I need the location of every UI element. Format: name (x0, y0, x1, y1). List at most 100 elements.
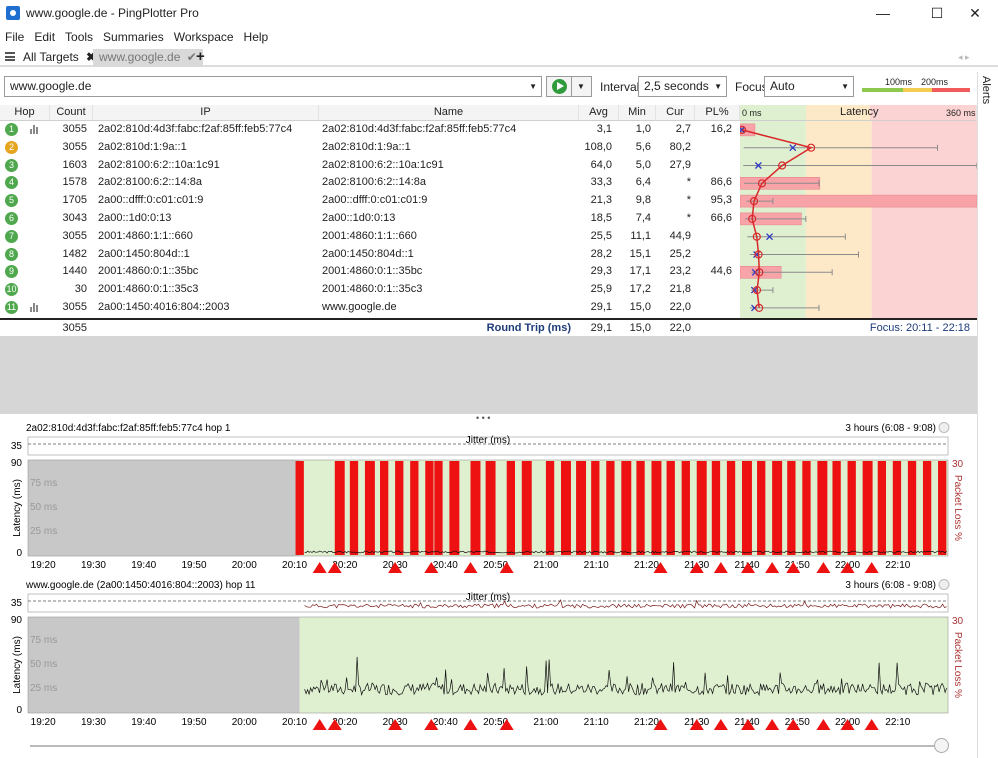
packet-loss-bar (380, 461, 389, 555)
packet-loss-bar (591, 461, 600, 555)
bar-chart-icon[interactable] (30, 303, 40, 312)
loss-event-marker (816, 719, 831, 730)
hop-number: 10 (5, 283, 18, 297)
tab-target-label: www.google.de (99, 50, 181, 64)
legend-100ms: 100ms (885, 77, 913, 87)
loss-event-marker (816, 562, 831, 573)
hop-ip: 2a02:810d:1:9a::1 (98, 140, 187, 153)
hop-number: 5 (5, 194, 18, 208)
x-tick-label: 19:40 (131, 717, 156, 728)
latency-zero-label: 0 ms (742, 108, 762, 118)
y-max-label: 90 (11, 615, 23, 626)
target-input[interactable]: www.google.de ▼ (4, 76, 542, 97)
y-max-label: 90 (11, 458, 23, 469)
hop-ip: 2a00:1450:804d::1 (98, 247, 190, 260)
timeline-charts: 2a02:810d:4d3f:fabc:f2af:85ff:feb5:77c4 … (11, 422, 964, 730)
minimize-button[interactable]: — (860, 0, 906, 28)
col-avg[interactable]: Avg (579, 105, 619, 121)
hop-ip: 2a02:8100:6:2::14:8a (98, 176, 202, 189)
hop-number: 8 (5, 247, 18, 261)
menu-help[interactable]: Help (239, 28, 274, 44)
hop-avg: 18,5 (590, 212, 612, 224)
col-min[interactable]: Min (619, 105, 656, 121)
loss-event-marker (312, 562, 327, 573)
x-tick-label: 19:20 (31, 717, 56, 728)
y-axis-label: Latency (ms) (12, 636, 23, 694)
start-trace-button[interactable]: ▼ (546, 76, 592, 97)
alerts-tab[interactable]: Alerts (980, 76, 992, 104)
hop-name: 2a02:8100:6:2::10a:1c91 (322, 158, 444, 171)
y-zero-label: 0 (16, 548, 22, 559)
close-button[interactable]: ✕ (952, 0, 998, 28)
menu-summaries[interactable]: Summaries (98, 28, 169, 44)
hop-cur: 44,9 (669, 229, 691, 242)
y-tick-label: 25 ms (30, 526, 57, 537)
chart-title: 2a02:810d:4d3f:fabc:f2af:85ff:feb5:77c4 … (26, 423, 231, 434)
summary-label: Round Trip (ms) (486, 322, 571, 334)
summary-count: 3055 (62, 322, 87, 334)
col-hop[interactable]: Hop (0, 105, 50, 121)
hop-min: 15,1 (629, 247, 651, 260)
x-tick-label: 19:50 (181, 560, 206, 571)
x-tick-label: 20:40 (433, 560, 458, 571)
jitter-label: Jitter (ms) (466, 435, 510, 446)
packet-loss-bar (847, 461, 856, 555)
packet-loss-bar (364, 461, 375, 555)
interval-select[interactable]: 2,5 seconds ▼ (638, 76, 727, 97)
x-tick-label: 21:10 (584, 560, 609, 571)
menu-tools[interactable]: Tools (60, 28, 98, 44)
timeline-chart: 2a02:810d:4d3f:fabc:f2af:85ff:feb5:77c4 … (11, 422, 964, 573)
menu-file[interactable]: File (0, 28, 29, 44)
add-tab-button[interactable]: + (196, 48, 205, 65)
hop-cur: 23,2 (669, 265, 691, 278)
focus-select[interactable]: Auto ▼ (764, 76, 854, 97)
chart-range: 3 hours (6:08 - 9:08) (845, 580, 936, 591)
col-name[interactable]: Name (319, 105, 579, 121)
hop-number: 6 (5, 212, 18, 225)
packet-loss-bar (334, 461, 345, 555)
tab-scroll-arrows-icon[interactable]: ◂ ▸ (958, 52, 970, 63)
packet-loss-bar (521, 461, 532, 555)
x-tick-label: 19:50 (181, 717, 206, 728)
hop-count: 1482 (62, 247, 87, 260)
y-right-max-label: 30 (952, 616, 964, 627)
window-title: www.google.de - PingPlotter Pro (26, 6, 199, 20)
y-tick-label: 50 ms (30, 502, 57, 513)
chevron-down-icon[interactable]: ▼ (577, 82, 585, 91)
x-tick-label: 21:10 (584, 717, 609, 728)
hop-name: 2a02:8100:6:2::14:8a (322, 176, 426, 189)
hop-name: www.google.de (322, 301, 397, 313)
hop-min: 6,4 (635, 176, 651, 189)
hop-count: 3055 (62, 123, 87, 135)
focus-label: Focus (735, 80, 768, 94)
tab-target[interactable]: www.google.de ✔ (93, 49, 203, 67)
summary-min: 15,0 (629, 322, 651, 334)
time-scrollbar[interactable] (30, 745, 942, 747)
hop-ip: 2a00::dfff:0:c01:c01:9 (98, 194, 204, 207)
time-scroll-thumb[interactable] (934, 738, 949, 753)
col-ip[interactable]: IP (93, 105, 319, 121)
col-count[interactable]: Count (50, 105, 93, 121)
packet-loss-bar (802, 461, 811, 555)
col-cur[interactable]: Cur (656, 105, 695, 121)
hop-pl: 66,6 (710, 212, 732, 224)
packet-loss-bar (832, 461, 841, 555)
hop-number: 7 (5, 229, 18, 243)
hop-ip: 2a02:810d:4d3f:fabc:f2af:85ff:feb5:77c4 (98, 123, 293, 135)
col-pl[interactable]: PL% (695, 105, 740, 121)
menu-bar: File Edit Tools Summaries Workspace Help (0, 28, 998, 46)
menu-workspace[interactable]: Workspace (169, 28, 239, 44)
chevron-down-icon: ▼ (841, 82, 849, 91)
tab-all-targets[interactable]: All Targets ✖ (17, 49, 102, 67)
hop-pl: 86,6 (710, 176, 732, 189)
hop-count: 1705 (62, 194, 87, 207)
loss-event-marker (864, 562, 879, 573)
hop-number: 2 (5, 140, 18, 154)
menu-edit[interactable]: Edit (29, 28, 60, 44)
bar-chart-icon[interactable] (30, 125, 40, 134)
x-tick-label: 20:10 (282, 717, 307, 728)
packet-loss-bar (922, 461, 932, 555)
hop-name: 2001:4860:0:1::35bc (322, 265, 423, 278)
hamburger-icon[interactable] (5, 52, 15, 61)
summary-avg: 29,1 (590, 322, 612, 334)
